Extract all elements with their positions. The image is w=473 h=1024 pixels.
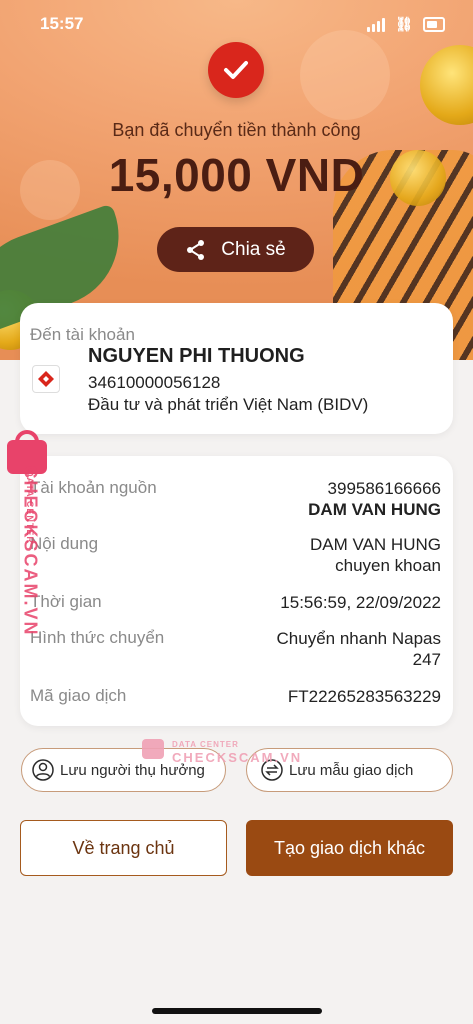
share-icon — [187, 239, 205, 260]
success-message: Bạn đã chuyển tiền thành công — [112, 120, 361, 140]
content-line1: DAM VAN HUNG — [310, 535, 441, 554]
decor-flower — [300, 30, 390, 120]
home-button[interactable]: Về trang chủ — [20, 820, 227, 876]
txn-value: FT22265283563229 — [287, 687, 441, 706]
transaction-details-card: Tài khoản nguồn 399586166666 DAM VAN HUNG… — [20, 456, 453, 726]
recipient-card: Đến tài khoản NGUYEN PHI THUONG 34610000… — [20, 303, 453, 434]
share-label: Chia sẻ — [221, 238, 286, 260]
save-template-label: Lưu mẫu giao dịch — [289, 761, 414, 779]
watermark-mid-text: CHECKSCAM.VN — [172, 750, 303, 765]
watermark-side-text: CHECKSCAM.VN — [20, 465, 41, 637]
status-bar: 15:57 ⛓ — [40, 10, 445, 38]
home-indicator — [152, 1008, 322, 1014]
battery-icon — [423, 17, 445, 32]
content-line2: chuyen khoan — [335, 556, 441, 575]
watermark-side: DATA CENTER CHECKSCAM.VN — [5, 430, 49, 640]
bidv-logo-icon — [32, 365, 60, 393]
gold-coin-decor — [420, 45, 473, 125]
link-icon: ⛓ — [395, 16, 413, 32]
txn-label: Mã giao dịch — [30, 686, 127, 705]
recipient-name: NGUYEN PHI THUONG — [88, 345, 305, 367]
watermark-lock-icon — [142, 739, 164, 759]
recipient-label: Đến tài khoản — [30, 325, 135, 344]
status-time: 15:57 — [40, 14, 84, 33]
watermark-mid-sub: DATA CENTER — [172, 740, 239, 749]
transfer-amount: 15,000 VND — [108, 149, 365, 201]
source-name: DAM VAN HUNG — [308, 500, 441, 519]
user-icon — [32, 759, 54, 781]
recipient-bank-name: Đầu tư và phát triển Việt Nam (BIDV) — [88, 395, 369, 414]
success-check-icon — [208, 42, 264, 98]
recipient-account-number: 34610000056128 — [88, 373, 221, 392]
source-account: 399586166666 — [327, 479, 441, 498]
new-transaction-button[interactable]: Tạo giao dịch khác — [246, 820, 453, 876]
time-value: 15:56:59, 22/09/2022 — [280, 593, 441, 612]
method-label: Hình thức chuyển — [30, 628, 165, 647]
method-line2: 247 — [412, 650, 441, 669]
signal-icon — [367, 17, 386, 32]
method-line1: Chuyển nhanh Napas — [276, 629, 441, 648]
share-button[interactable]: Chia sẻ — [157, 227, 314, 272]
